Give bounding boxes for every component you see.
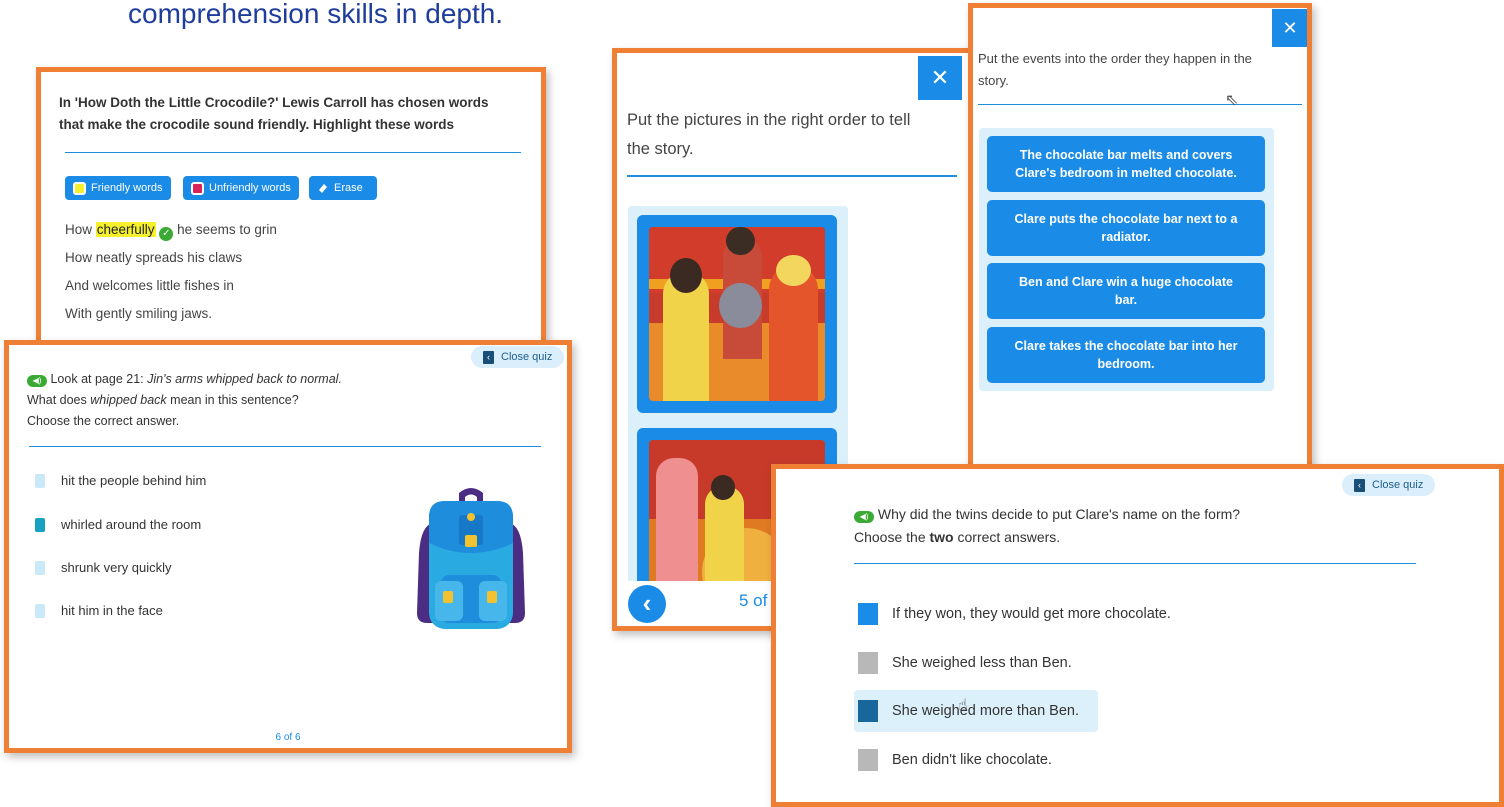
erase-label: Erase [334, 182, 363, 194]
divider [29, 446, 541, 447]
checkbox-icon [858, 700, 878, 722]
page-count: 5 of [739, 591, 768, 610]
picture-question: Put the pictures in the right order to t… [627, 111, 911, 158]
mouse-pointer-icon: ⇖ [1225, 92, 1239, 109]
draggable-picture-card[interactable] [637, 215, 837, 413]
event-card[interactable]: Clare puts the chocolate bar next to a r… [987, 200, 1265, 256]
backpack-illustration [417, 488, 525, 629]
eraser-icon [319, 184, 327, 193]
close-quiz-button[interactable]: ‹ Close quiz [1342, 474, 1436, 496]
answer-option[interactable]: hit him in the face [35, 603, 163, 618]
back-button[interactable]: ‹ [628, 585, 666, 623]
instruction-text: correct answers. [953, 529, 1061, 545]
divider [627, 175, 957, 177]
divider [978, 104, 1302, 105]
poem-line-4[interactable]: With gently smiling jaws. [65, 306, 212, 321]
close-button[interactable]: ✕ [1272, 9, 1307, 47]
option-marker-icon [35, 517, 45, 532]
event-question: Put the events into the order they happe… [978, 51, 1252, 88]
answer-label: If they won, they would get more chocola… [892, 606, 1171, 622]
prompt-instruction: Choose the correct answer. [27, 414, 180, 428]
instruction-text: Choose the [854, 529, 930, 545]
option-label: shrunk very quickly [61, 560, 172, 575]
whipped-back-quiz-panel: ‹ Close quiz ◀) Look at page 21: Jin's a… [4, 340, 572, 753]
quiz-question: ◀) Look at page 21: Jin's arms whipped b… [27, 369, 342, 432]
prompt-quote: Jin's arms whipped back to normal. [147, 372, 342, 386]
divider [65, 152, 521, 153]
friendly-words-label: Friendly words [91, 182, 163, 194]
erase-button[interactable]: Erase [309, 176, 377, 200]
story-picture [649, 227, 825, 401]
yellow-swatch-icon [73, 181, 86, 195]
event-card[interactable]: The chocolate bar melts and covers Clare… [987, 136, 1265, 192]
option-marker-icon [35, 603, 45, 618]
close-quiz-label: Close quiz [501, 351, 553, 363]
highlight-words-panel: In 'How Doth the Little Crocodile?' Lewi… [36, 67, 546, 367]
answer-option[interactable]: hit the people behind him [35, 473, 206, 488]
answer-option[interactable]: Ben didn't like chocolate. [854, 739, 1052, 781]
poem-text: he seems to grin [173, 222, 277, 237]
twins-question: ◀) Why did the twins decide to put Clare… [854, 503, 1240, 549]
checkbox-icon [858, 749, 878, 771]
audio-speaker-icon[interactable]: ◀) [27, 375, 47, 387]
friendly-words-button[interactable]: Friendly words [65, 176, 171, 200]
close-quiz-label: Close quiz [1372, 479, 1424, 491]
prompt-text: mean in this sentence? [166, 393, 299, 407]
prompt-lead: Look at page 21: [50, 372, 148, 386]
poem-line-2[interactable]: How neatly spreads his claws [65, 250, 242, 265]
close-button[interactable]: ✕ [918, 56, 962, 100]
pink-swatch-icon [191, 181, 204, 195]
checkbox-icon [858, 603, 878, 625]
answer-option-selected[interactable]: whirled around the room [35, 517, 201, 532]
checkbox-icon [858, 652, 878, 674]
answer-label: Ben didn't like chocolate. [892, 752, 1052, 768]
answer-option[interactable]: shrunk very quickly [35, 560, 172, 575]
event-order-panel: ✕ Put the events into the order they hap… [968, 3, 1312, 481]
event-card[interactable]: Ben and Clare win a huge chocolate bar. [987, 263, 1265, 319]
unfriendly-words-button[interactable]: Unfriendly words [183, 176, 299, 200]
unfriendly-words-label: Unfriendly words [209, 182, 291, 194]
twins-quiz-panel: ‹ Close quiz ◀) Why did the twins decide… [771, 464, 1504, 807]
page-heading: comprehension skills in depth. [128, 0, 504, 29]
instruction-emphasis: two [929, 529, 954, 545]
back-arrow-icon: ‹ [1354, 478, 1365, 492]
divider [854, 563, 1416, 564]
prompt-emphasis: whipped back [90, 393, 167, 407]
event-list: The chocolate bar melts and covers Clare… [979, 128, 1274, 391]
option-label: whirled around the room [61, 517, 202, 532]
page-indicator: 6 of 6 [275, 732, 301, 743]
check-icon: ✓ [159, 227, 174, 241]
question-text: Why did the twins decide to put Clare's … [877, 506, 1241, 522]
highlight-question: In 'How Doth the Little Crocodile?' Lewi… [59, 95, 489, 132]
option-label: hit him in the face [61, 603, 163, 618]
prompt-text: What does [27, 393, 91, 407]
option-marker-icon [35, 560, 45, 575]
event-card[interactable]: Clare takes the chocolate bar into her b… [987, 327, 1265, 383]
back-arrow-icon: ‹ [483, 350, 494, 364]
hand-pointer-icon: ☝ [958, 697, 968, 714]
highlighted-word[interactable]: cheerfully [95, 222, 156, 237]
answer-option-selected[interactable]: If they won, they would get more chocola… [854, 593, 1171, 635]
answer-option[interactable]: She weighed less than Ben. [854, 642, 1072, 684]
poem-text: How [65, 222, 96, 237]
option-marker-icon [35, 473, 45, 488]
answer-label: She weighed less than Ben. [892, 655, 1072, 671]
poem-line-1[interactable]: How cheerfully ✓ he seems to grin [65, 222, 277, 241]
option-label: hit the people behind him [61, 473, 207, 488]
poem-line-3[interactable]: And welcomes little fishes in [65, 278, 234, 293]
audio-speaker-icon[interactable]: ◀) [854, 511, 874, 523]
answer-label: She weighed more than Ben. [892, 703, 1080, 719]
answer-option-hovered[interactable]: She weighed more than Ben. [854, 690, 1098, 732]
close-quiz-button[interactable]: ‹ Close quiz [471, 346, 565, 368]
